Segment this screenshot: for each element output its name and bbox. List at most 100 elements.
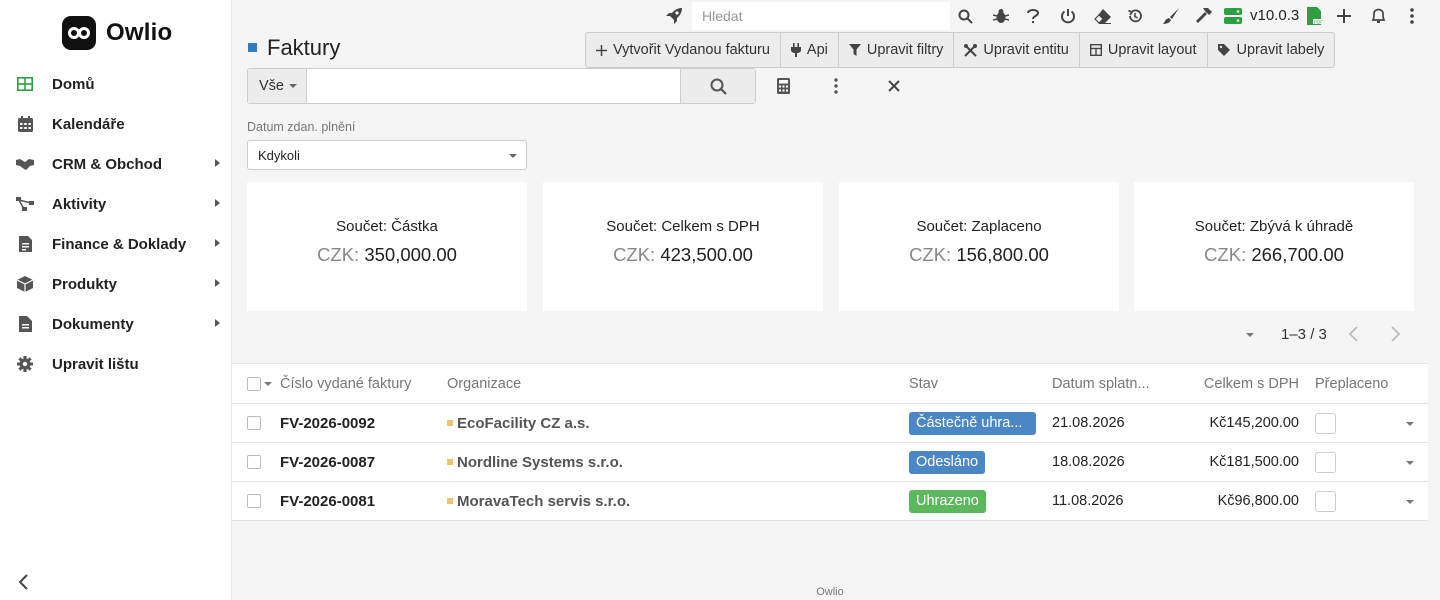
organization-marker — [447, 498, 453, 504]
search-scope-select[interactable]: Vše — [248, 69, 307, 103]
row-actions-dropdown[interactable] — [1406, 500, 1414, 504]
select-all-checkbox[interactable] — [247, 376, 261, 391]
total-amount: Kč96,800.00 — [1217, 493, 1299, 509]
column-header-number[interactable]: Číslo vydané faktury — [280, 364, 411, 403]
sidebar-nav: Domů Kalendáře CRM & Obchod Aktivity Fin… — [0, 64, 232, 384]
sidebar-item-label: Aktivity — [52, 195, 107, 213]
calculator-icon[interactable] — [772, 75, 794, 97]
history-icon[interactable] — [1125, 6, 1145, 26]
total-amount: Kč145,200.00 — [1209, 415, 1300, 431]
power-icon[interactable] — [1058, 6, 1078, 26]
sidebar-item-products[interactable]: Produkty — [0, 264, 232, 304]
plus-icon — [596, 44, 607, 56]
grid-icon — [16, 75, 34, 93]
chevron-right-icon — [215, 239, 220, 247]
calendar-icon — [16, 115, 34, 133]
receipt-icon — [16, 235, 34, 253]
more-options-icon[interactable] — [825, 75, 847, 97]
eraser-icon[interactable] — [1093, 6, 1113, 26]
column-header-overpaid[interactable]: Přeplaceno — [1315, 364, 1388, 403]
sidebar-item-label: Dokumenty — [52, 315, 134, 333]
page-title-marker — [248, 43, 257, 52]
app-name: Owlio — [106, 19, 173, 46]
clear-search-icon[interactable] — [883, 75, 905, 97]
bell-icon[interactable] — [1368, 6, 1388, 26]
server-icon[interactable] — [1223, 6, 1243, 26]
plus-icon[interactable] — [1334, 6, 1354, 26]
edit-entity-button[interactable]: Upravit entitu — [954, 33, 1080, 67]
edit-labels-button[interactable]: Upravit labely — [1208, 33, 1335, 67]
column-header-due-date[interactable]: Datum splatn... — [1052, 364, 1150, 403]
row-checkbox[interactable] — [247, 494, 261, 508]
sidebar-item-finance[interactable]: Finance & Doklady — [0, 224, 232, 264]
collapse-sidebar-icon[interactable] — [14, 572, 34, 592]
status-badge: Odesláno — [909, 450, 986, 474]
summary-card-remaining: Součet: Zbývá k úhradě CZK: 266,700.00 — [1134, 182, 1414, 311]
sidebar-item-label: CRM & Obchod — [52, 155, 162, 173]
chevron-right-icon — [215, 159, 220, 167]
brush-icon[interactable] — [1161, 6, 1181, 26]
help-icon[interactable] — [1023, 6, 1043, 26]
edit-layout-button[interactable]: Upravit layout — [1080, 33, 1208, 67]
overpaid-checkbox[interactable] — [1315, 451, 1336, 473]
invoice-number-link[interactable]: FV-2026-0081 — [280, 482, 375, 520]
rocket-icon[interactable] — [664, 6, 684, 26]
column-header-organization[interactable]: Organizace — [447, 364, 521, 403]
select-menu-dropdown[interactable] — [264, 381, 272, 386]
sidebar-item-documents[interactable]: Dokumenty — [0, 304, 232, 344]
due-date: 18.08.2026 — [1052, 454, 1125, 470]
sidebar-item-home[interactable]: Domů — [0, 64, 232, 104]
more-vertical-icon[interactable] — [1402, 6, 1422, 26]
bug-icon[interactable] — [991, 6, 1011, 26]
sidebar-item-crm[interactable]: CRM & Obchod — [0, 144, 232, 184]
table-row: FV-2026-0081 MoravaTech servis s.r.o. Uh… — [232, 482, 1428, 521]
row-actions-dropdown[interactable] — [1406, 461, 1414, 465]
chevron-right-icon — [215, 199, 220, 207]
chevron-right-icon — [215, 319, 220, 327]
api-button[interactable]: Api — [781, 33, 839, 67]
organization-link[interactable]: MoravaTech servis s.r.o. — [457, 493, 630, 510]
sidebar-item-calendars[interactable]: Kalendáře — [0, 104, 232, 144]
search-input[interactable] — [307, 69, 680, 103]
organization-link[interactable]: Nordline Systems s.r.o. — [457, 454, 623, 471]
organization-link[interactable]: EcoFacility CZ a.s. — [457, 415, 590, 432]
action-toolbar: Vytvořit Vydanou fakturu Api Upravit fil… — [585, 32, 1336, 68]
tax-date-filter-select[interactable]: Kdykoli — [247, 140, 527, 170]
edit-filters-button[interactable]: Upravit filtry — [839, 33, 955, 67]
overpaid-checkbox[interactable] — [1315, 490, 1336, 512]
page-title: Faktury — [267, 35, 341, 60]
search-icon[interactable] — [955, 6, 975, 26]
gear-icon — [16, 355, 34, 373]
invoice-number-link[interactable]: FV-2026-0092 — [280, 404, 375, 442]
row-actions-dropdown[interactable] — [1406, 422, 1414, 426]
global-search-input[interactable] — [692, 2, 950, 30]
pagination-range: 1–3 / 3 — [1281, 326, 1327, 343]
page-size-dropdown[interactable] — [1246, 333, 1254, 337]
row-checkbox[interactable] — [247, 416, 261, 430]
due-date: 21.08.2026 — [1052, 415, 1125, 431]
app-logo[interactable]: Owlio — [62, 16, 172, 50]
sidebar-item-edit-bar[interactable]: Upravit lištu — [0, 344, 232, 384]
sidebar-item-label: Upravit lištu — [52, 355, 139, 373]
row-checkbox[interactable] — [247, 455, 261, 469]
column-header-total[interactable]: Celkem s DPH — [1192, 364, 1299, 403]
column-header-status[interactable]: Stav — [909, 364, 938, 403]
pdf-icon[interactable]: PDF — [1305, 6, 1325, 26]
create-invoice-button[interactable]: Vytvořit Vydanou fakturu — [586, 33, 781, 67]
invoice-number-link[interactable]: FV-2026-0087 — [280, 443, 375, 481]
tools-icon — [964, 43, 978, 57]
table-row: FV-2026-0092 EcoFacility CZ a.s. Částečn… — [232, 404, 1428, 443]
chevron-right-icon — [215, 279, 220, 287]
search-button[interactable] — [680, 69, 755, 103]
sidebar-item-activities[interactable]: Aktivity — [0, 184, 232, 224]
next-page-icon[interactable] — [1386, 325, 1404, 343]
prev-page-icon[interactable] — [1345, 325, 1363, 343]
status-badge: Uhrazeno — [909, 489, 986, 513]
overpaid-checkbox[interactable] — [1315, 412, 1336, 434]
summary-card-amount: Součet: Částka CZK: 350,000.00 — [247, 182, 527, 311]
filter-icon — [848, 44, 861, 56]
search-icon — [710, 78, 727, 95]
hammer-icon[interactable] — [1194, 6, 1214, 26]
handshake-icon — [16, 155, 34, 173]
summary-card-total-vat: Součet: Celkem s DPH CZK: 423,500.00 — [543, 182, 823, 311]
